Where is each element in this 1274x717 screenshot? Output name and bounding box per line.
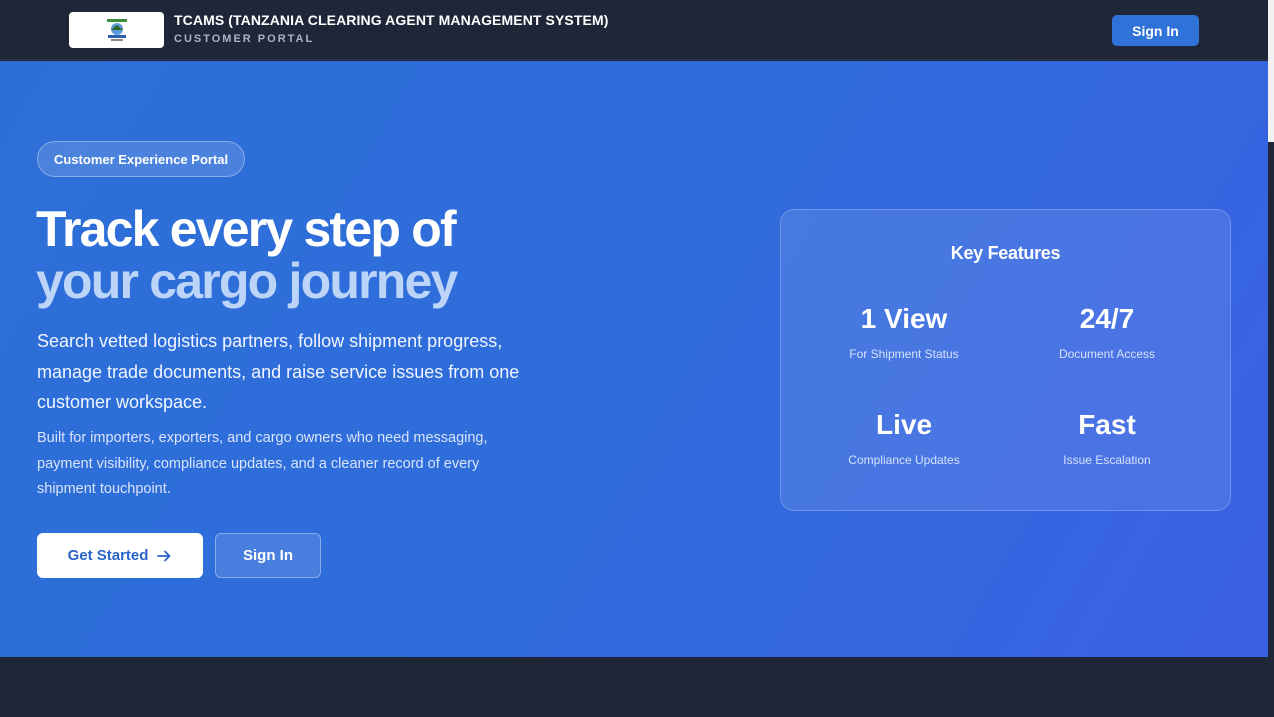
feature-stat: 24/7 Document Access <box>1007 303 1207 361</box>
get-started-label: Get Started <box>67 547 149 564</box>
scrollbar-thumb[interactable] <box>1268 0 1274 142</box>
brand-subtitle: CUSTOMER PORTAL <box>174 33 315 45</box>
logo[interactable] <box>69 12 164 48</box>
hero-headline-line-2: your cargo journey <box>36 253 458 309</box>
hero-lead-text: Search vetted logistics partners, follow… <box>37 331 520 412</box>
header-sign-in-button[interactable]: Sign In <box>1112 15 1199 46</box>
top-nav-bar: TCAMS (TANZANIA CLEARING AGENT MANAGEMEN… <box>0 0 1268 60</box>
feature-stat: Fast Issue Escalation <box>1007 409 1207 467</box>
arrow-right-icon <box>157 550 171 561</box>
hero-supporting-text: Built for importers, exporters, and carg… <box>37 430 488 497</box>
key-features-card: Key Features 1 View For Shipment Status … <box>780 209 1231 511</box>
key-features-title: Key Features <box>950 243 1061 263</box>
feature-stat-label: For Shipment Status <box>849 347 959 361</box>
get-started-button[interactable]: Get Started <box>37 533 203 578</box>
feature-stat-value: Live <box>875 409 933 440</box>
feature-stat-value: 1 View <box>860 303 948 334</box>
portal-badge: Customer Experience Portal <box>37 141 246 177</box>
feature-stat-value: Fast <box>1078 409 1136 440</box>
feature-stat-label: Document Access <box>1058 347 1156 361</box>
feature-stat-value: 24/7 <box>1079 303 1135 334</box>
feature-stat: 1 View For Shipment Status <box>804 303 1004 361</box>
feature-stat-label: Compliance Updates <box>848 453 960 467</box>
emblem-logo-icon <box>106 19 127 41</box>
feature-stat-label: Issue Escalation <box>1063 453 1151 467</box>
hero-section: Customer Experience Portal Track every s… <box>0 61 1268 657</box>
feature-stat: Live Compliance Updates <box>804 409 1004 467</box>
brand-title: TCAMS (TANZANIA CLEARING AGENT MANAGEMEN… <box>174 12 609 28</box>
page-scrollbar[interactable] <box>1268 0 1274 717</box>
hero-sign-in-button[interactable]: Sign In <box>215 533 321 578</box>
hero-headline-line-1: Track every step of <box>36 201 457 257</box>
